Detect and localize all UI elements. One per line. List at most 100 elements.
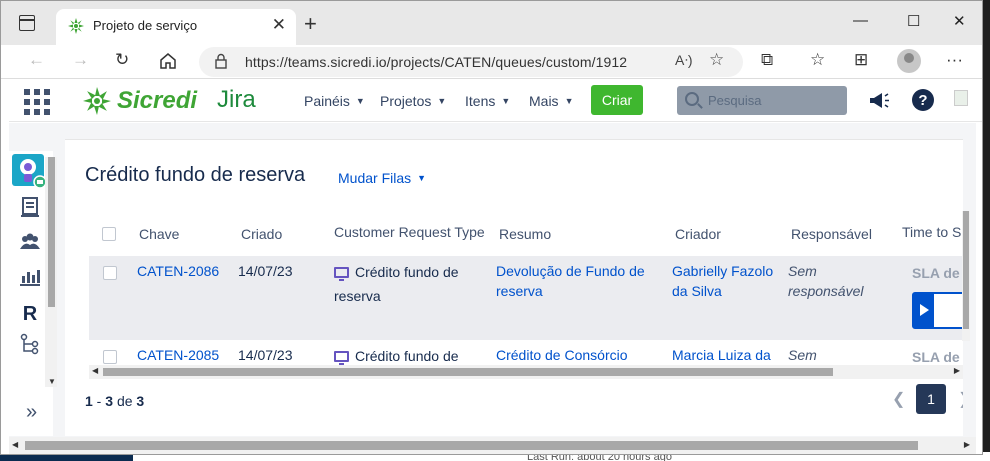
menu-label: Mais — [529, 93, 559, 109]
table-horizontal-scrollbar[interactable]: ◀ ▶ — [89, 365, 963, 379]
scroll-left-icon[interactable]: ◀ — [92, 366, 98, 375]
column-header[interactable]: Customer Request Type — [334, 224, 485, 240]
assignee: Sem — [788, 263, 817, 279]
announcement-icon[interactable] — [867, 88, 891, 112]
lock-icon — [215, 53, 227, 69]
queue-panel: Crédito fundo de reserva Mudar Filas ▼ Ch… — [65, 139, 963, 436]
scroll-right-icon[interactable]: ▶ — [954, 366, 960, 375]
column-header[interactable]: Criador — [675, 226, 721, 242]
extensions-icon[interactable]: ⧉ — [761, 50, 773, 70]
home-icon[interactable] — [159, 52, 177, 70]
expand-sidebar-icon[interactable]: » — [26, 401, 37, 424]
sla-label: SLA de A — [912, 349, 963, 365]
row-checkbox[interactable] — [103, 266, 117, 280]
scrollbar-thumb[interactable] — [103, 368, 833, 376]
menu-label: Itens — [465, 93, 496, 109]
creator-link[interactable]: Gabrielly Fazolo — [672, 261, 773, 281]
add-favorite-icon[interactable]: ☆ — [709, 50, 724, 70]
desktop-background — [0, 455, 133, 461]
menu-more[interactable]: Mais ▼ — [529, 93, 573, 109]
of-label: de — [116, 393, 133, 409]
next-page-icon[interactable]: ❯ — [958, 389, 963, 409]
assignee: Sem — [788, 347, 817, 363]
tab-actions-icon[interactable] — [19, 15, 35, 31]
column-header[interactable]: Chave — [139, 226, 179, 242]
scrollbar-thumb[interactable] — [48, 157, 55, 307]
browser-window: Projeto de serviço ✕ + — ☐ ✕ ← → ↻ https… — [0, 0, 983, 455]
scroll-down-icon[interactable]: ▼ — [48, 377, 56, 386]
favorites-icon[interactable]: ☆ — [810, 50, 825, 70]
user-avatar-icon[interactable] — [954, 90, 968, 106]
chevron-down-icon: ▼ — [417, 173, 427, 183]
range-start: 1 — [85, 393, 93, 409]
chevron-down-icon: ▼ — [564, 96, 574, 106]
more-options-icon[interactable]: ··· — [946, 50, 963, 70]
sicredi-favicon-icon — [68, 18, 84, 34]
select-all-checkbox[interactable] — [102, 227, 116, 241]
row-checkbox[interactable] — [103, 350, 117, 364]
summary-link[interactable]: Crédito de Consórcio — [496, 345, 628, 365]
page-horizontal-scrollbar[interactable]: ◀ ▶ — [9, 437, 976, 454]
scrollbar-thumb[interactable] — [963, 211, 969, 329]
column-header[interactable]: Time to S — [902, 224, 961, 240]
play-icon — [914, 294, 934, 327]
summary-link[interactable]: Devolução de Fundo de — [496, 261, 645, 281]
scroll-right-icon[interactable]: ▶ — [964, 440, 970, 449]
queues-icon[interactable] — [19, 196, 41, 218]
search-input[interactable]: Pesquisa — [677, 86, 847, 115]
created-date: 14/07/23 — [238, 347, 293, 363]
issue-key-link[interactable]: CATEN-2086 — [137, 261, 219, 281]
maximize-icon[interactable]: ☐ — [907, 12, 920, 30]
sidebar-scrollbar[interactable]: ▼ — [45, 157, 57, 387]
sicredi-logo-icon — [83, 87, 111, 115]
tab-title: Projeto de serviço — [93, 18, 198, 33]
svg-text:R: R — [23, 303, 38, 323]
profile-avatar-icon[interactable] — [897, 49, 921, 73]
project-avatar-icon[interactable] — [12, 154, 46, 188]
r-app-icon[interactable]: R — [19, 301, 41, 323]
forward-icon[interactable]: → — [72, 50, 89, 70]
create-button[interactable]: Criar — [591, 85, 643, 115]
menu-projects[interactable]: Projetos ▼ — [380, 93, 446, 109]
app-switcher-icon[interactable] — [24, 89, 50, 115]
workflow-icon[interactable] — [19, 333, 41, 355]
switch-queue-label: Mudar Filas — [338, 170, 412, 186]
main-vertical-scrollbar[interactable] — [962, 211, 970, 341]
scrollbar-thumb[interactable] — [25, 441, 918, 450]
refresh-icon[interactable]: ↻ — [115, 50, 129, 70]
url-field[interactable]: https://teams.sicredi.io/projects/CATEN/… — [199, 47, 743, 77]
new-tab-icon[interactable]: + — [304, 11, 317, 37]
chevron-down-icon: ▼ — [437, 96, 447, 106]
summary-link-line2[interactable]: reserva — [496, 281, 543, 301]
menu-label: Painéis — [304, 93, 350, 109]
back-icon[interactable]: ← — [28, 50, 45, 70]
scroll-left-icon[interactable]: ◀ — [12, 440, 18, 449]
request-type-line2: reserva — [334, 288, 381, 304]
column-header[interactable]: Criado — [241, 226, 282, 242]
sla-timer[interactable] — [912, 292, 963, 329]
browser-tab[interactable]: Projeto de serviço ✕ — [56, 9, 296, 45]
total-count: 3 — [136, 393, 145, 409]
chevron-down-icon: ▼ — [501, 96, 511, 106]
close-icon[interactable]: ✕ — [953, 12, 966, 30]
menu-dashboards[interactable]: Painéis ▼ — [304, 93, 365, 109]
request-type-text: Crédito fundo de — [355, 264, 459, 280]
issue-key-link[interactable]: CATEN-2085 — [137, 345, 219, 365]
help-icon[interactable]: ? — [911, 88, 935, 112]
collections-icon[interactable]: ⊞ — [854, 50, 868, 70]
previous-page-icon[interactable]: ❮ — [892, 389, 905, 409]
minimize-icon[interactable]: — — [853, 12, 868, 29]
creator-link[interactable]: Marcia Luiza da — [672, 345, 771, 365]
column-header[interactable]: Resumo — [499, 226, 551, 242]
assignee-line2: responsável — [788, 283, 864, 299]
menu-issues[interactable]: Itens ▼ — [465, 93, 510, 109]
tab-close-icon[interactable]: ✕ — [272, 15, 286, 35]
reports-icon[interactable] — [19, 265, 41, 287]
created-date: 14/07/23 — [238, 263, 293, 279]
page-button[interactable]: 1 — [916, 384, 946, 414]
column-header[interactable]: Responsável — [791, 226, 872, 242]
switch-queue-button[interactable]: Mudar Filas ▼ — [338, 170, 426, 186]
customers-icon[interactable] — [19, 231, 41, 253]
creator-link-line2[interactable]: da Silva — [672, 281, 722, 301]
read-aloud-icon[interactable]: A͏ᐧ) — [675, 52, 693, 69]
